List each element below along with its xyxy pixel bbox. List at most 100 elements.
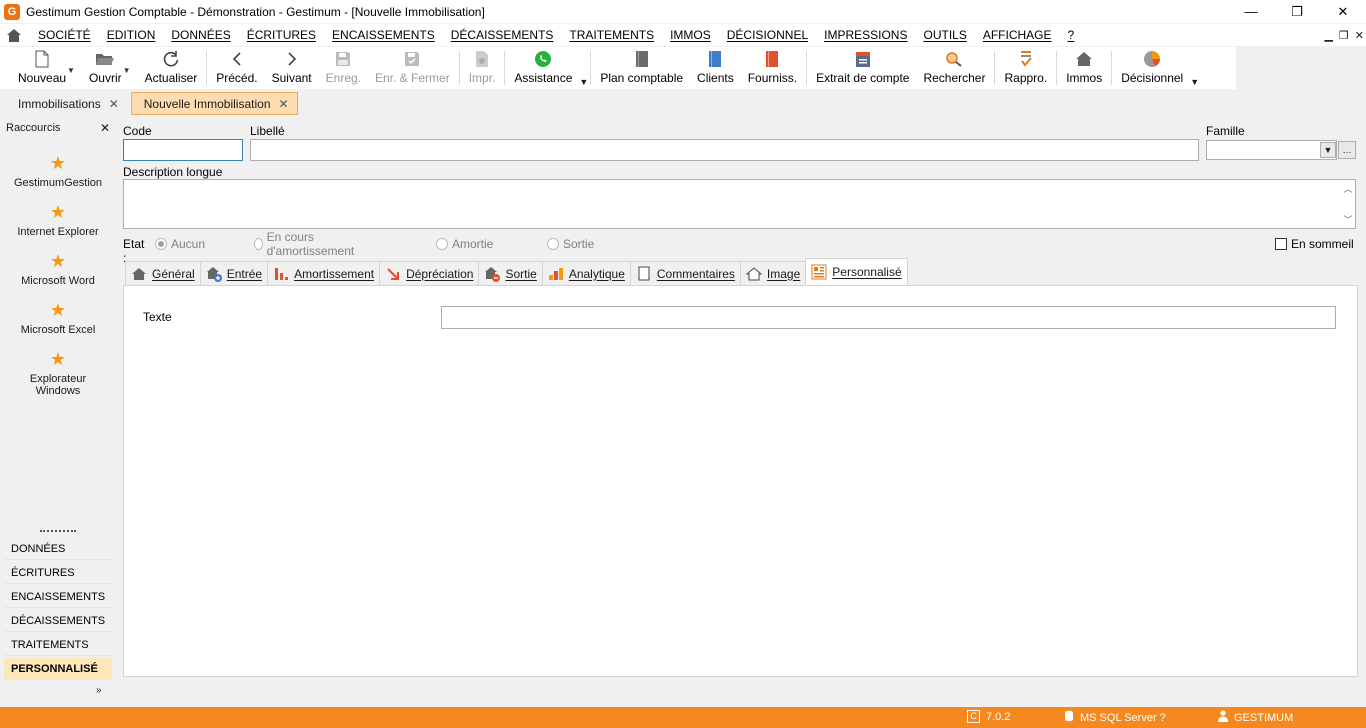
star-icon: ★ <box>49 349 67 369</box>
precedent-button[interactable]: Précéd. <box>209 47 264 89</box>
menu-traitements[interactable]: TRAITEMENTS <box>561 28 662 42</box>
mdi-minimize-button[interactable]: ▁ <box>1324 29 1332 42</box>
menu-decaissements[interactable]: DÉCAISSEMENTS <box>443 28 562 42</box>
menu-immos[interactable]: IMMOS <box>662 28 719 42</box>
menu-societe[interactable]: SOCIÉTÉ <box>30 28 99 42</box>
sidebar-title: Raccourcis <box>6 122 61 134</box>
etat-en-cours-radio[interactable]: En cours d'amortissement <box>254 230 358 258</box>
tab-image[interactable]: Image <box>739 261 807 285</box>
close-icon[interactable]: ✕ <box>109 97 119 111</box>
rapprochement-label: Rappro. <box>1004 71 1048 85</box>
save-icon <box>335 49 351 69</box>
menu-ecritures[interactable]: ÉCRITURES <box>239 28 324 42</box>
shortcut-internet-explorer[interactable]: ★ Internet Explorer <box>0 203 116 238</box>
scroll-down-icon[interactable]: ﹀ <box>1343 213 1352 226</box>
en-sommeil-checkbox[interactable]: En sommeil <box>1275 237 1354 251</box>
sidebar-section-ecritures[interactable]: ÉCRITURES <box>4 562 112 584</box>
assistance-button[interactable]: Assistance <box>507 47 579 89</box>
menu-edition[interactable]: EDITION <box>99 28 164 42</box>
menu-help[interactable]: ? <box>1060 28 1083 42</box>
description-scrollbar[interactable]: ︿ ﹀ <box>1342 182 1354 226</box>
sidebar-section-encaissements[interactable]: ENCAISSEMENTS <box>4 586 112 608</box>
rechercher-button[interactable]: Rechercher <box>916 47 992 89</box>
toolbar-overflow-icon[interactable]: ▼ <box>579 77 588 87</box>
chevron-right-icon <box>287 49 297 69</box>
tab-depreciation[interactable]: Dépréciation <box>379 261 480 285</box>
actualiser-label: Actualiser <box>144 71 198 85</box>
checkbox-box[interactable] <box>1275 238 1287 250</box>
radio-dot[interactable] <box>547 238 559 250</box>
expand-more-icon[interactable]: » <box>96 685 102 696</box>
actualiser-button[interactable]: Actualiser <box>131 47 205 89</box>
home-icon[interactable] <box>6 27 24 43</box>
shortcut-label: Microsoft Excel <box>20 324 96 336</box>
sidebar-section-personnalise[interactable]: PERSONNALISÉ <box>4 658 112 680</box>
extrait-compte-button[interactable]: Extrait de compte <box>809 47 916 89</box>
toolbar-overflow-icon[interactable]: ▼ <box>1190 77 1199 87</box>
sidebar-section-decaissements[interactable]: DÉCAISSEMENTS <box>4 610 112 632</box>
shortcut-label: Microsoft Word <box>21 275 95 287</box>
radio-dot[interactable] <box>155 238 167 250</box>
imprimer-button[interactable]: Impr. <box>462 47 503 89</box>
famille-select[interactable] <box>1206 140 1337 160</box>
famille-dropdown-button[interactable]: ▼ <box>1320 142 1336 158</box>
tab-amortissement[interactable]: Amortissement <box>267 261 381 285</box>
tab-entree[interactable]: Entrée <box>199 261 269 285</box>
enregistrer-button[interactable]: Enreg. <box>319 47 368 89</box>
tab-personnalise[interactable]: Personnalisé <box>805 258 908 285</box>
minimize-button[interactable]: — <box>1228 0 1274 23</box>
radio-dot[interactable] <box>254 238 263 250</box>
description-textarea[interactable] <box>123 179 1356 229</box>
menu-donnees[interactable]: DONNÉES <box>163 28 238 42</box>
shortcut-gestimum-gestion[interactable]: ★ GestimumGestion <box>0 154 116 189</box>
suivant-button[interactable]: Suivant <box>265 47 319 89</box>
doc-tab-label: Immobilisations <box>18 96 101 111</box>
menu-impressions[interactable]: IMPRESSIONS <box>816 28 915 42</box>
menu-decisionnel[interactable]: DÉCISIONNEL <box>719 28 816 42</box>
doc-tab-immobilisations[interactable]: Immobilisations ✕ <box>6 92 127 115</box>
nouveau-button[interactable]: Nouveau <box>0 47 73 89</box>
tab-general[interactable]: Général <box>125 261 201 285</box>
tab-sortie[interactable]: Sortie <box>478 261 543 285</box>
image-icon <box>745 266 762 282</box>
shortcut-microsoft-excel[interactable]: ★ Microsoft Excel <box>0 301 116 336</box>
code-input[interactable] <box>123 139 243 161</box>
menu-outils[interactable]: OUTILS <box>915 28 974 42</box>
shortcut-explorateur-windows[interactable]: ★ Explorateur Windows <box>0 350 116 397</box>
immos-button[interactable]: Immos <box>1059 47 1109 89</box>
texte-input[interactable] <box>441 306 1336 329</box>
menu-encaissements[interactable]: ENCAISSEMENTS <box>324 28 443 42</box>
close-icon[interactable]: ✕ <box>279 97 289 111</box>
close-icon[interactable]: ✕ <box>100 121 110 135</box>
version-indicator: C 7.0.2 <box>967 710 1010 723</box>
decisionnel-button[interactable]: Décisionnel <box>1114 47 1190 89</box>
shortcut-microsoft-word[interactable]: ★ Microsoft Word <box>0 252 116 287</box>
mdi-close-button[interactable]: ✕ <box>1355 29 1364 42</box>
fournisseurs-button[interactable]: Fourniss. <box>741 47 804 89</box>
ouvrir-button[interactable]: Ouvrir <box>75 47 129 89</box>
close-button[interactable]: ✕ <box>1320 0 1366 23</box>
libelle-input[interactable] <box>250 139 1199 161</box>
sidebar-section-donnees[interactable]: DONNÉES <box>4 538 112 560</box>
etat-sortie-radio[interactable]: Sortie <box>547 237 594 251</box>
radio-dot[interactable] <box>436 238 448 250</box>
plan-comptable-button[interactable]: Plan comptable <box>593 47 690 89</box>
bar-chart-icon <box>273 266 289 282</box>
clients-button[interactable]: Clients <box>690 47 741 89</box>
etat-aucun-radio[interactable]: Aucun <box>155 237 205 251</box>
restore-button[interactable]: ❐ <box>1274 0 1320 23</box>
scroll-up-icon[interactable]: ︿ <box>1343 182 1352 195</box>
sidebar-resize-grip[interactable] <box>40 530 76 533</box>
mdi-restore-button[interactable]: ❐ <box>1339 29 1349 42</box>
plan-comptable-label: Plan comptable <box>600 71 684 85</box>
tab-analytique[interactable]: Analytique <box>541 261 631 285</box>
tab-commentaires[interactable]: Commentaires <box>629 261 741 285</box>
toolbar-separator <box>806 51 808 85</box>
etat-amortie-radio[interactable]: Amortie <box>436 237 493 251</box>
famille-browse-button[interactable]: … <box>1338 141 1356 159</box>
enregistrer-fermer-button[interactable]: Enr. & Fermer <box>368 47 457 89</box>
menu-affichage[interactable]: AFFICHAGE <box>975 28 1060 42</box>
doc-tab-nouvelle-immobilisation[interactable]: Nouvelle Immobilisation ✕ <box>130 92 298 115</box>
rapprochement-button[interactable]: Rappro. <box>997 47 1054 89</box>
sidebar-section-traitements[interactable]: TRAITEMENTS <box>4 634 112 656</box>
